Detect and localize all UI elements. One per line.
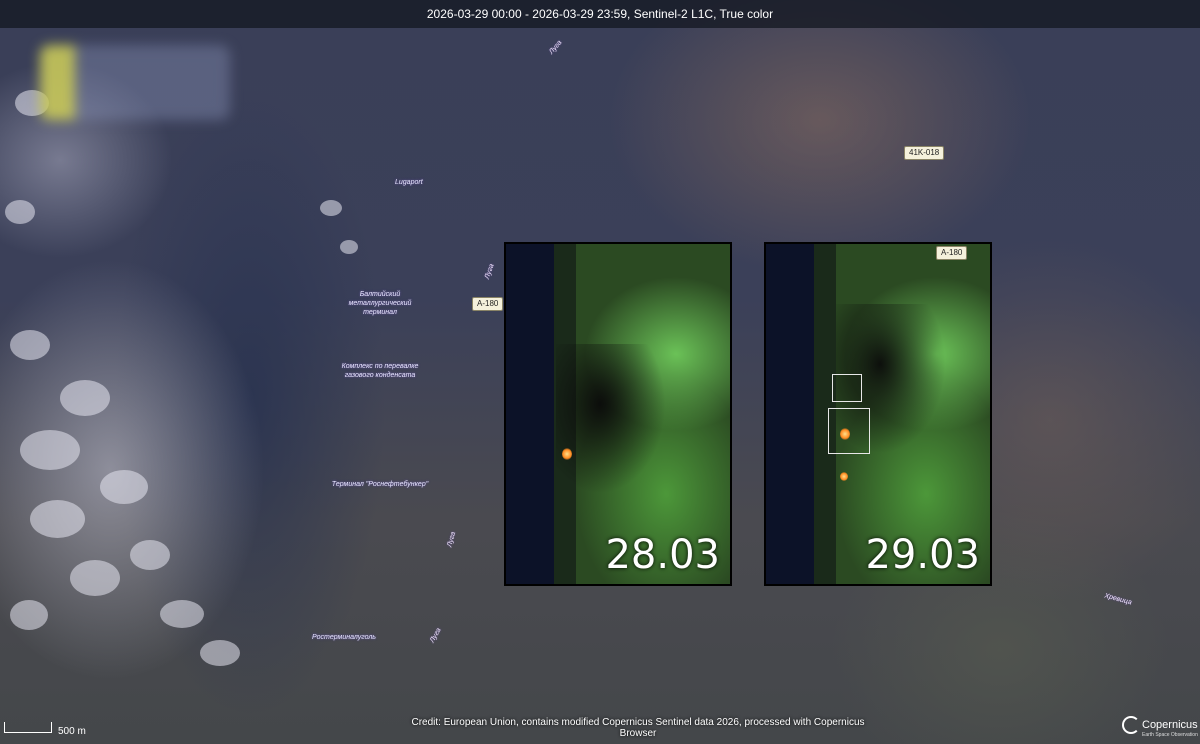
blurred-logo	[40, 45, 230, 120]
scale-label: 500 m	[58, 726, 86, 737]
copernicus-brand: Copernicus	[1142, 718, 1198, 731]
river-label: Луга	[483, 262, 496, 281]
map-label-lugaport: Lugaport	[395, 179, 423, 186]
credit-text: Credit: European Union, contains modifie…	[411, 717, 865, 739]
highlight-box	[832, 374, 862, 402]
smoke-plume	[556, 344, 666, 494]
copernicus-subtitle: Earth Space Observation	[1142, 732, 1198, 738]
road-shield: 41K-018	[904, 146, 945, 160]
map-label-terminal: Балтийский металлургический терминал	[348, 291, 412, 316]
fire-hotspot	[562, 448, 572, 460]
image-title-bar: 2026-03-29 00:00 - 2026-03-29 23:59, Sen…	[0, 0, 1200, 28]
map-label-port: Ростерминалуголь	[312, 634, 376, 641]
satellite-image: Lugaport Балтийский металлургический тер…	[0, 0, 1200, 744]
map-label-terminal: Терминал "Роснефтебункер"	[331, 481, 429, 488]
image-title: 2026-03-29 00:00 - 2026-03-29 23:59, Sen…	[426, 7, 774, 21]
comparison-panel-0328: 28.03	[504, 242, 732, 586]
fire-hotspot	[840, 472, 848, 481]
road-shield: A-180	[472, 297, 504, 311]
map-label-terminal: Комплекс по перевалке газового конденсат…	[341, 363, 419, 379]
river-label: Луга	[446, 531, 458, 548]
comparison-panel-0329: A-180 29.03	[764, 242, 992, 586]
copernicus-ring-icon	[1122, 716, 1140, 734]
river-label: Луга	[428, 627, 443, 644]
road-shield: A-180	[936, 246, 968, 260]
river-label: Луга	[548, 39, 564, 56]
river-label: Хревица	[1103, 592, 1133, 607]
panel-date: 29.03	[865, 532, 980, 578]
scale-bar	[4, 722, 52, 733]
fire-hotspot	[840, 428, 850, 440]
panel-date: 28.03	[605, 532, 720, 578]
copernicus-logo: Copernicus Earth Space Observation	[1122, 716, 1198, 738]
